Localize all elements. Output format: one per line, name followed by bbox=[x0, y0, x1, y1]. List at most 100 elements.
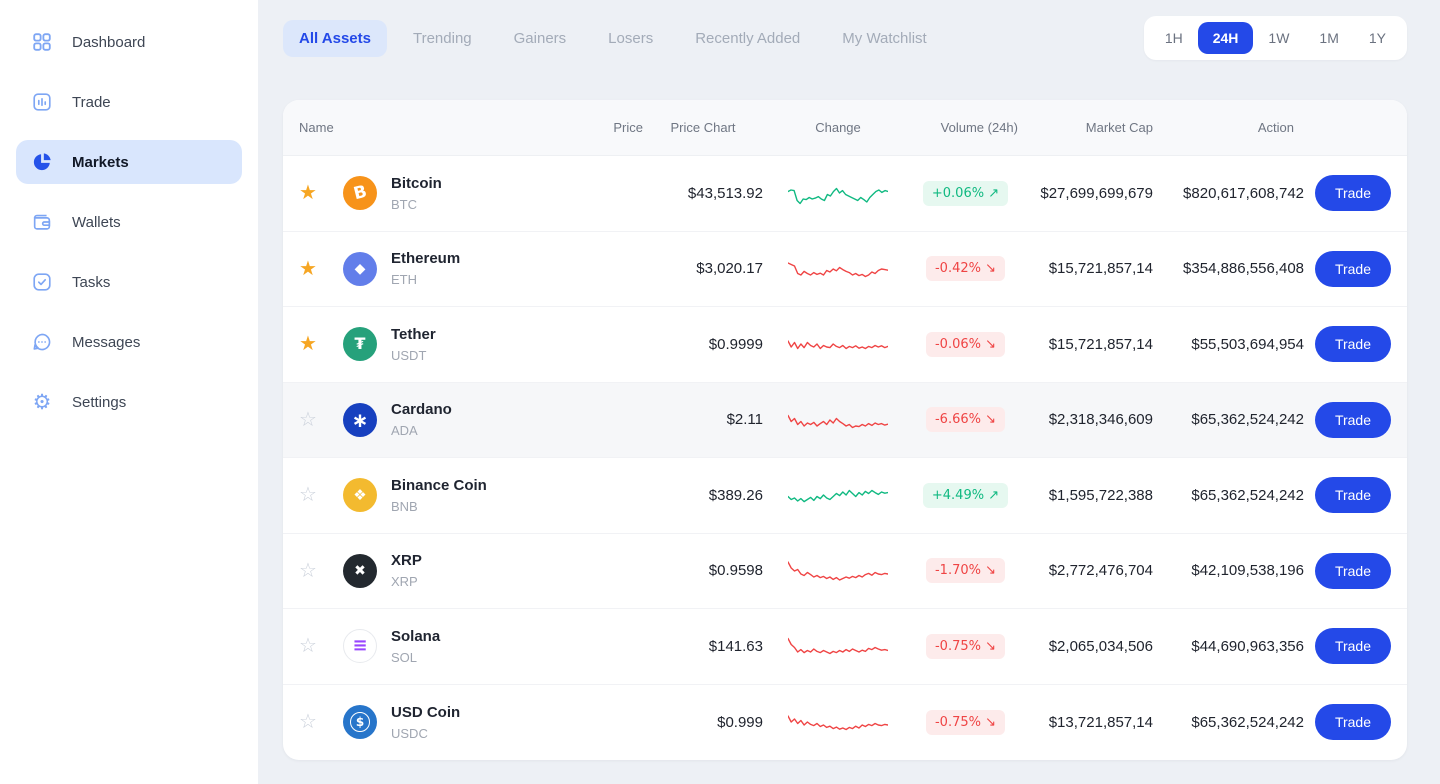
price-sparkline bbox=[788, 490, 888, 503]
coin-price: $0.999 bbox=[717, 713, 763, 731]
change-badge: -0.06% ↘ bbox=[925, 331, 1005, 357]
markets-table: Name Price Price Chart Change Volume (24h) Ma… bbox=[283, 100, 1407, 760]
coin-name: Binance Coin bbox=[391, 476, 487, 494]
change-badge: -6.66% ↘ bbox=[925, 407, 1005, 433]
change-badge: -0.75% ↘ bbox=[925, 633, 1005, 659]
sidebar-item-label: Tasks bbox=[72, 273, 111, 291]
coin-volume: $1,595,722,388 bbox=[1048, 486, 1153, 504]
coin-price: $2.11 bbox=[726, 411, 763, 429]
coin-price: $43,513.92 bbox=[687, 184, 763, 202]
trade-button[interactable]: Trade bbox=[1314, 250, 1391, 287]
trade-button[interactable]: Trade bbox=[1314, 175, 1391, 212]
favorite-star-icon[interactable]: ☆ bbox=[299, 407, 317, 431]
coin-volume: $13,721,857,14 bbox=[1048, 713, 1153, 731]
coin-name: Cardano bbox=[391, 401, 452, 419]
column-header-name: Name bbox=[299, 120, 334, 135]
tab-all-assets[interactable]: All Assets bbox=[283, 20, 387, 57]
sidebar-item-dashboard[interactable]: Dashboard bbox=[16, 20, 242, 64]
trade-button[interactable]: Trade bbox=[1314, 628, 1391, 665]
coin-price: $0.9999 bbox=[708, 335, 763, 353]
time-range-1h[interactable]: 1H bbox=[1150, 22, 1198, 54]
coin-volume: $15,721,857,14 bbox=[1048, 260, 1153, 278]
price-sparkline bbox=[788, 638, 888, 655]
wallets-icon bbox=[30, 210, 54, 234]
favorite-star-icon[interactable]: ☆ bbox=[299, 482, 317, 506]
table-row-ada: ☆ ∗ Cardano ADA $2.11 -6.66% ↘ $2,318,34… bbox=[283, 382, 1407, 458]
column-header-market-cap: Market Cap bbox=[1085, 120, 1153, 135]
coin-name: USD Coin bbox=[391, 703, 461, 721]
column-header-volume-24h-: Volume (24h) bbox=[940, 120, 1018, 135]
coin-name-block: Ethereum ETH bbox=[391, 250, 460, 287]
change-badge: -1.70% ↘ bbox=[925, 558, 1005, 584]
time-range-1y[interactable]: 1Y bbox=[1354, 22, 1401, 54]
coin-name: XRP bbox=[391, 552, 422, 570]
sidebar-item-wallets[interactable]: Wallets bbox=[16, 200, 242, 244]
sidebar-item-label: Settings bbox=[72, 393, 127, 411]
usdc-coin-icon: $ bbox=[343, 705, 377, 740]
sidebar-item-label: Messages bbox=[72, 333, 141, 351]
coin-symbol: ETH bbox=[391, 272, 417, 288]
price-sparkline bbox=[788, 561, 888, 581]
xrp-coin-icon: ✖ bbox=[343, 553, 377, 588]
coin-name-block: Solana SOL bbox=[391, 628, 440, 665]
favorite-star-icon[interactable]: ☆ bbox=[299, 558, 317, 582]
favorite-star-icon[interactable]: ★ bbox=[299, 256, 317, 280]
coin-name: Tether bbox=[391, 325, 436, 343]
price-sparkline bbox=[788, 715, 888, 731]
table-row-bnb: ☆ ❖ Binance Coin BNB $389.26 +4.49% ↗ $1… bbox=[283, 458, 1407, 534]
trade-button[interactable]: Trade bbox=[1314, 401, 1391, 438]
tasks-icon bbox=[30, 270, 54, 294]
coin-name-block: Tether USDT bbox=[391, 326, 436, 363]
sidebar-item-label: Dashboard bbox=[72, 33, 146, 51]
sol-coin-icon: ≡ bbox=[343, 629, 377, 664]
favorite-star-icon[interactable]: ★ bbox=[299, 180, 317, 204]
coin-symbol: SOL bbox=[391, 649, 418, 665]
time-range-1m[interactable]: 1M bbox=[1304, 22, 1353, 54]
trade-button[interactable]: Trade bbox=[1314, 704, 1391, 741]
table-row-btc: ★ B Bitcoin BTC $43,513.92 +0.06% ↗ $27,… bbox=[283, 156, 1407, 232]
coin-market-cap: $820,617,608,742 bbox=[1183, 184, 1304, 202]
markets-pie-icon bbox=[30, 150, 54, 174]
tab-trending[interactable]: Trending bbox=[397, 20, 488, 57]
main-content: All Assets Trending Gainers Losers Recently … bbox=[258, 0, 1440, 784]
coin-name-block: Binance Coin BNB bbox=[391, 477, 487, 514]
coin-price: $141.63 bbox=[708, 637, 763, 655]
coin-market-cap: $44,690,963,356 bbox=[1191, 637, 1304, 655]
coin-market-cap: $65,362,524,242 bbox=[1191, 411, 1304, 429]
btc-coin-icon: B bbox=[343, 176, 377, 211]
favorite-star-icon[interactable]: ★ bbox=[299, 331, 317, 355]
sidebar-item-label: Markets bbox=[72, 153, 129, 171]
coin-glyph-ring: $ bbox=[350, 712, 370, 733]
sidebar-item-markets[interactable]: Markets bbox=[16, 140, 242, 184]
column-header-change: Change bbox=[815, 120, 861, 135]
sidebar-item-trade[interactable]: Trade bbox=[16, 80, 242, 124]
trade-button[interactable]: Trade bbox=[1314, 552, 1391, 589]
trade-icon bbox=[30, 90, 54, 114]
trade-button[interactable]: Trade bbox=[1314, 477, 1391, 514]
favorite-star-icon[interactable]: ☆ bbox=[299, 633, 317, 657]
tab-recently-added[interactable]: Recently Added bbox=[679, 20, 816, 57]
coin-market-cap: $354,886,556,408 bbox=[1183, 260, 1304, 278]
time-range-24h[interactable]: 24H bbox=[1197, 22, 1254, 54]
coin-name: Solana bbox=[391, 627, 441, 645]
sidebar-item-tasks[interactable]: Tasks bbox=[16, 260, 242, 304]
coin-symbol: XRP bbox=[391, 574, 418, 590]
tab-losers[interactable]: Losers bbox=[592, 20, 669, 57]
table-header: Name Price Price Chart Change Volume (24h) Ma… bbox=[283, 100, 1407, 156]
sidebar-item-settings[interactable]: ⚙ Settings bbox=[16, 380, 242, 424]
tab-my-watchlist[interactable]: My Watchlist bbox=[826, 20, 942, 57]
favorite-star-icon[interactable]: ☆ bbox=[299, 709, 317, 733]
sidebar-item-label: Trade bbox=[72, 93, 111, 111]
coin-market-cap: $65,362,524,242 bbox=[1191, 713, 1304, 731]
coin-name-block: Bitcoin BTC bbox=[391, 175, 442, 212]
coin-volume: $15,721,857,14 bbox=[1048, 335, 1153, 353]
trade-button[interactable]: Trade bbox=[1314, 326, 1391, 363]
coin-symbol: USDC bbox=[391, 725, 428, 741]
coin-name-block: XRP XRP bbox=[391, 552, 422, 589]
messages-icon bbox=[30, 330, 54, 354]
sidebar-item-messages[interactable]: Messages bbox=[16, 320, 242, 364]
coin-name: Bitcoin bbox=[391, 174, 442, 192]
usdt-coin-icon: ₮ bbox=[343, 327, 377, 362]
tab-gainers[interactable]: Gainers bbox=[498, 20, 583, 57]
time-range-1w[interactable]: 1W bbox=[1253, 22, 1304, 54]
